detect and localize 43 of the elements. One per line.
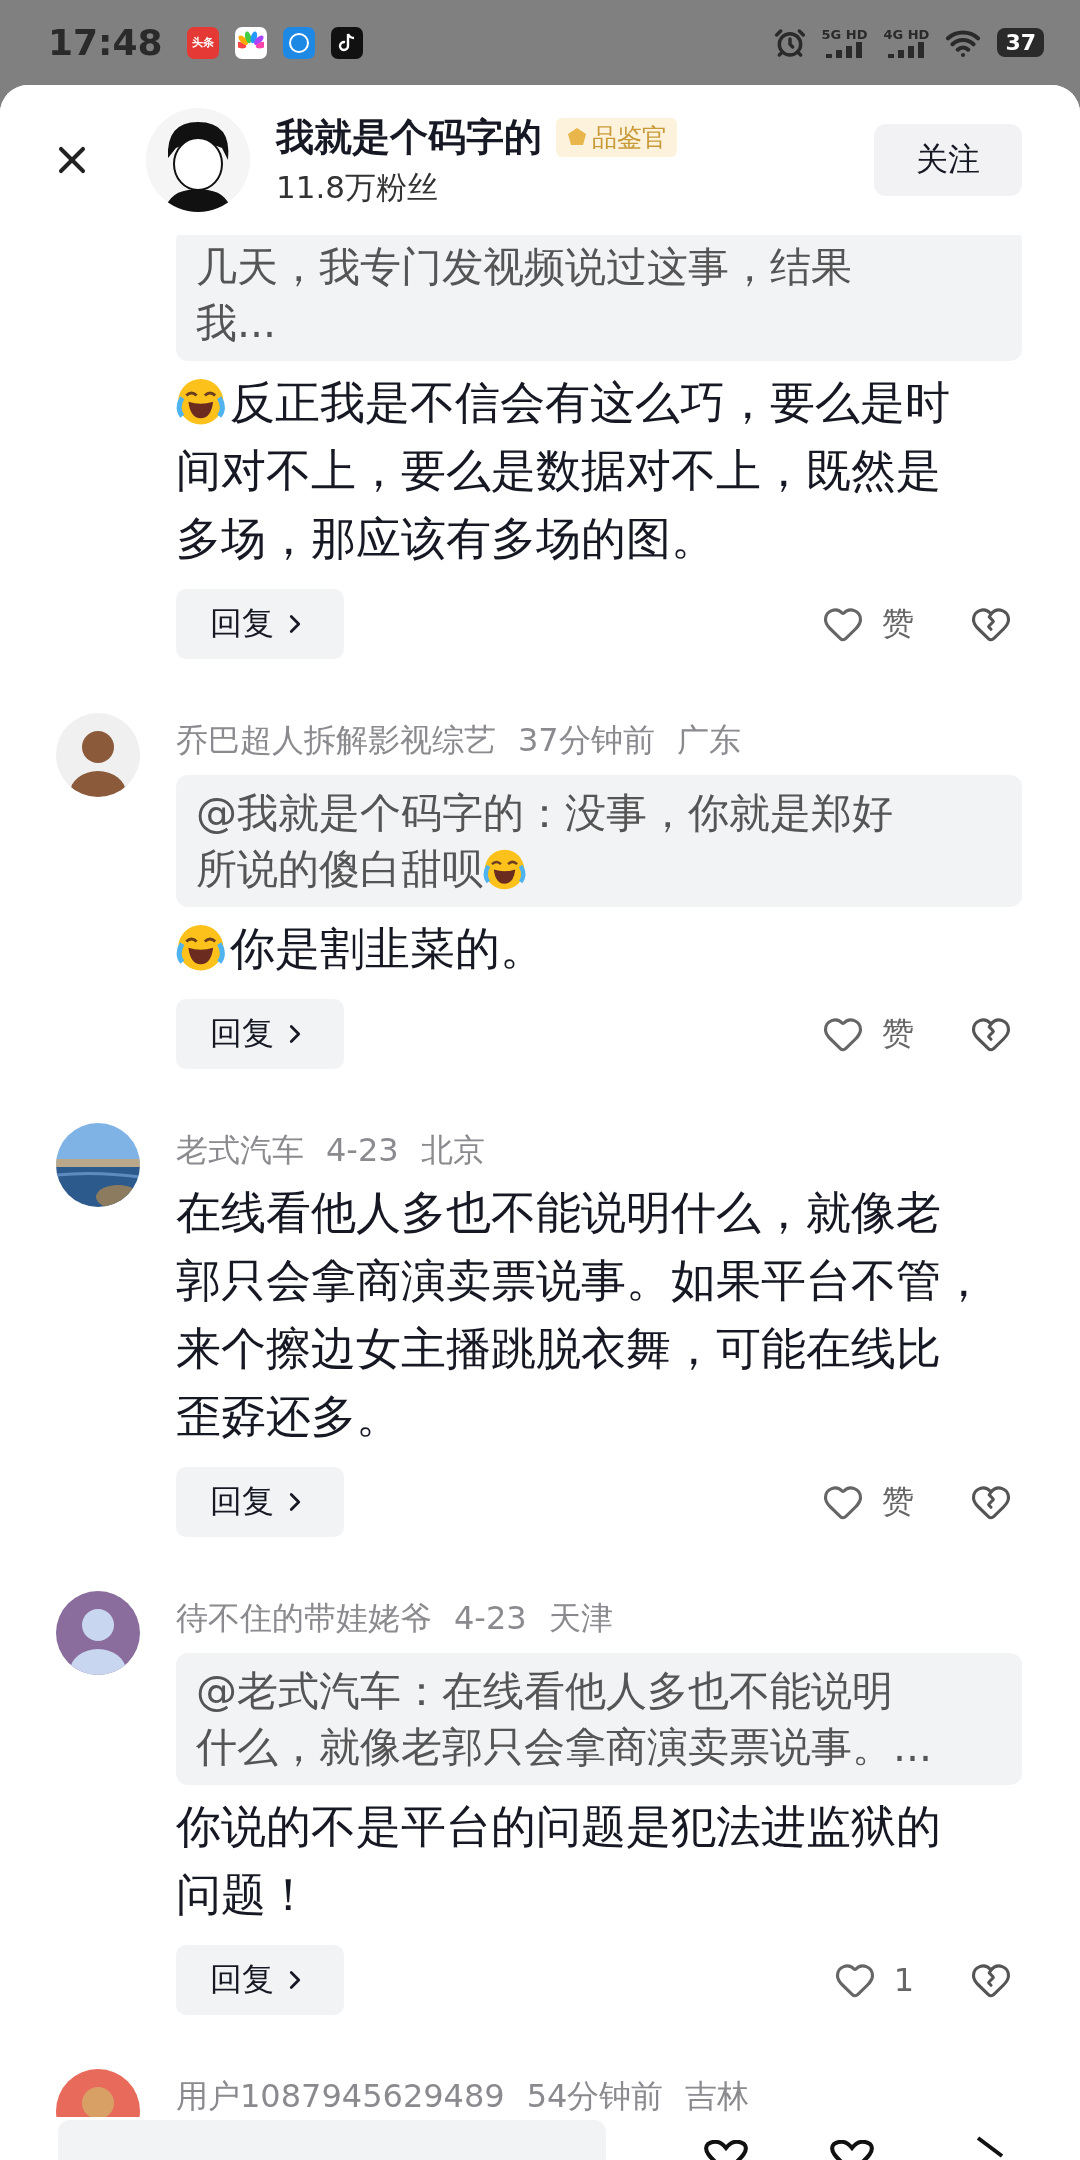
author-name: 我就是个码字的 xyxy=(276,113,542,161)
laughing-face-icon xyxy=(483,848,527,892)
commenter-name: 乔巴超人拆解影视综艺 xyxy=(176,720,496,761)
follow-button[interactable]: 关注 xyxy=(874,124,1022,196)
comment-text: 你说的不是平台的问题是犯法进监狱的 问题！ xyxy=(176,1799,942,1923)
comment-text: 反正我是不信会有这么巧，要么是时 间对不上，要么是数据对不上，既然是 多场，那应该有多场的图。 xyxy=(176,375,951,567)
battery-level: 37 xyxy=(997,28,1044,57)
news-app-icon: 头条 xyxy=(186,26,219,59)
flower-app-icon xyxy=(234,26,267,59)
alarm-icon xyxy=(773,26,806,59)
commenter-name: 老式汽车 xyxy=(176,1130,304,1171)
clock-time: 17:48 xyxy=(48,22,163,63)
quoted-reply: @老式汽车：在线看他人多也不能说明 什么，就像老郭只会拿商演卖票说事。... xyxy=(176,1653,1022,1785)
like-button[interactable]: 赞 xyxy=(822,1012,914,1056)
signal-indicator: 5G HD xyxy=(821,27,868,58)
laughing-face-icon xyxy=(176,376,226,427)
comment-time: 37分钟前 xyxy=(518,720,655,761)
like-button[interactable]: 赞 xyxy=(822,602,914,646)
quoted-reply: @我就是个码字的：没事，你就是郑好 所说的傻白甜呗 xyxy=(176,775,1022,907)
reviewer-badge: 品鉴官 xyxy=(556,117,677,157)
comment-text: 在线看他人多也不能说明什么，就像老 郭只会拿商演卖票说事。如果平台不管， 来个擦边女主播跳脱衣舞，可能在线比 歪孬还多。 xyxy=(176,1185,987,1445)
follower-count: 11.8万粉丝 xyxy=(276,167,440,207)
comment-location: 吉林 xyxy=(685,2076,750,2117)
music-note-app-icon xyxy=(330,26,363,59)
signal-indicator: 4G HD xyxy=(883,27,930,58)
commenter-name: 用户1087945629489 xyxy=(176,2076,505,2117)
comment-location: 广东 xyxy=(676,720,741,761)
comment-text: 你是割韭菜的。 xyxy=(176,915,1022,983)
comment-time: 4-23 xyxy=(326,1130,399,1171)
reply-button[interactable]: 回复 xyxy=(176,1467,344,1537)
reply-button[interactable]: 回复 xyxy=(176,999,344,1069)
laughing-face-icon xyxy=(176,922,226,973)
comment-location: 天津 xyxy=(548,1598,613,1639)
k-app-icon xyxy=(282,26,315,59)
comment-location: 北京 xyxy=(420,1130,485,1171)
like-button[interactable]: 1 xyxy=(833,1959,914,2001)
comment-time: 54分钟前 xyxy=(526,2076,664,2117)
comment-time: 4-23 xyxy=(454,1598,527,1639)
quoted-reply: 几天，我专门发视频说过这事，结果 我... xyxy=(176,235,1022,361)
commenter-name: 待不住的带娃姥爷 xyxy=(176,1598,432,1639)
reply-button[interactable]: 回复 xyxy=(176,589,344,659)
like-button[interactable]: 赞 xyxy=(822,1480,914,1524)
reply-button[interactable]: 回复 xyxy=(176,1945,344,2015)
